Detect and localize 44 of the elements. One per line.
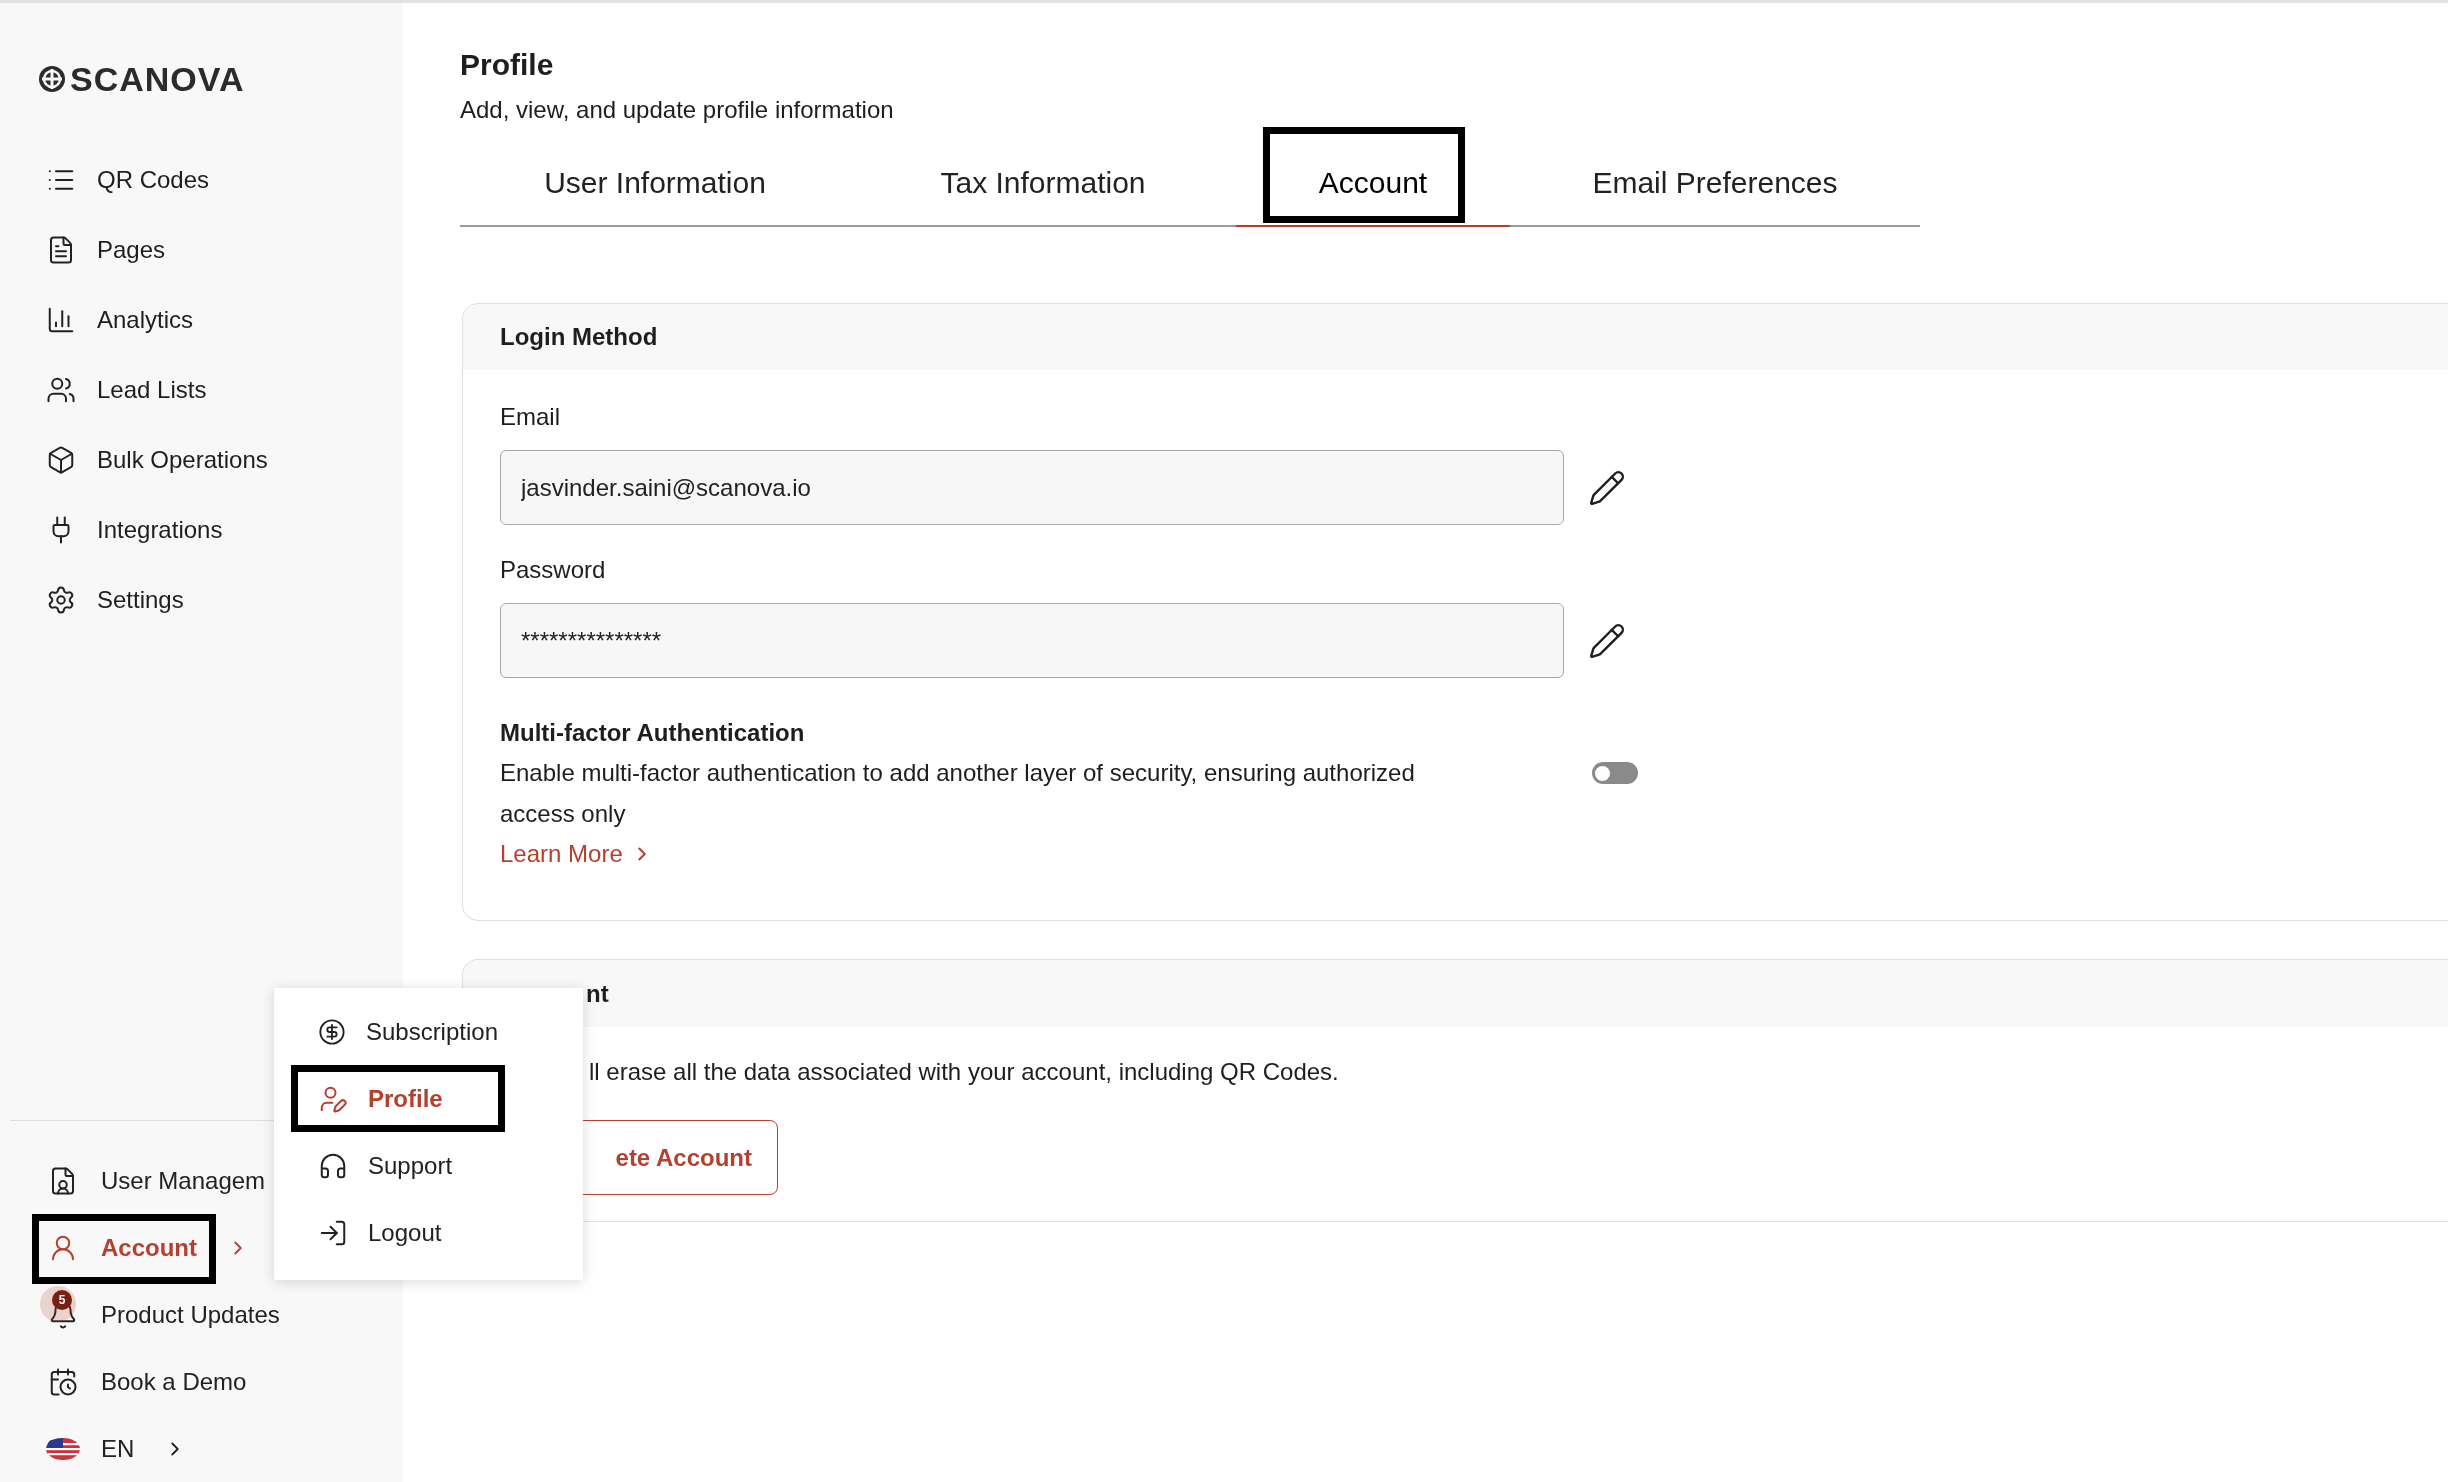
nav-item[interactable]: Book a Demo xyxy=(101,1363,247,1400)
page-subtitle: Add, view, and update profile information xyxy=(460,95,895,125)
tab[interactable]: Tax Information xyxy=(850,127,1236,227)
page-title: Profile xyxy=(460,47,555,83)
menu-item[interactable]: Logout xyxy=(291,1199,505,1266)
cube-icon xyxy=(46,445,76,475)
nav-item[interactable]: QR Codes xyxy=(0,145,403,215)
field-label: Password xyxy=(500,555,607,585)
mfa-title: Multi-factor Authentication xyxy=(500,718,806,748)
mfa-toggle[interactable] xyxy=(1592,762,1638,784)
menu-item[interactable]: Subscription xyxy=(291,998,505,1065)
notification-badge: 5 xyxy=(40,1285,76,1322)
logo-text: SCANOVA xyxy=(70,58,245,100)
dollar-icon xyxy=(318,1016,346,1047)
nav-item[interactable]: Lead Lists xyxy=(0,355,403,425)
bar-chart-icon xyxy=(46,305,76,335)
settings-icon xyxy=(46,585,76,615)
users-icon xyxy=(46,375,76,405)
input-field[interactable]: *************** xyxy=(500,603,1564,678)
learn-more-link[interactable]: Learn More xyxy=(500,836,1564,872)
tab[interactable]: User Information xyxy=(460,127,850,227)
nav-item[interactable]: Account xyxy=(101,1229,249,1266)
nav-item[interactable]: User Managem xyxy=(101,1162,266,1199)
card-title: Login Method xyxy=(500,322,658,352)
flag-icon xyxy=(46,1437,80,1460)
tab[interactable]: Email Preferences xyxy=(1510,127,1920,227)
pencil-icon xyxy=(1588,621,1626,660)
nav-item[interactable]: Settings xyxy=(0,565,403,635)
mfa-description: Enable multi-factor authentication to add another layer of security, ensuring authorized access only xyxy=(500,758,1416,829)
nav-item[interactable]: EN xyxy=(101,1430,187,1467)
field-label: Email xyxy=(500,402,561,432)
nav-item[interactable]: Integrations xyxy=(0,495,403,565)
input-field[interactable]: jasvinder.saini@scanova.io xyxy=(500,450,1564,525)
tab[interactable]: Account xyxy=(1236,127,1510,227)
logo-icon xyxy=(38,65,66,93)
nav-item[interactable]: Pages xyxy=(0,215,403,285)
delete-description: ll erase all the data associated with your account, including QR Codes. xyxy=(588,1057,1340,1087)
nav-item[interactable]: Analytics xyxy=(0,285,403,355)
nav-item[interactable]: Bulk Operations xyxy=(0,425,403,495)
nav-item[interactable]: Product Updates xyxy=(101,1296,280,1333)
menu-item[interactable]: Profile xyxy=(291,1065,505,1132)
pencil-icon xyxy=(1588,468,1626,507)
calendar-clock-icon xyxy=(48,1366,78,1397)
card-title: nt xyxy=(586,978,609,1009)
